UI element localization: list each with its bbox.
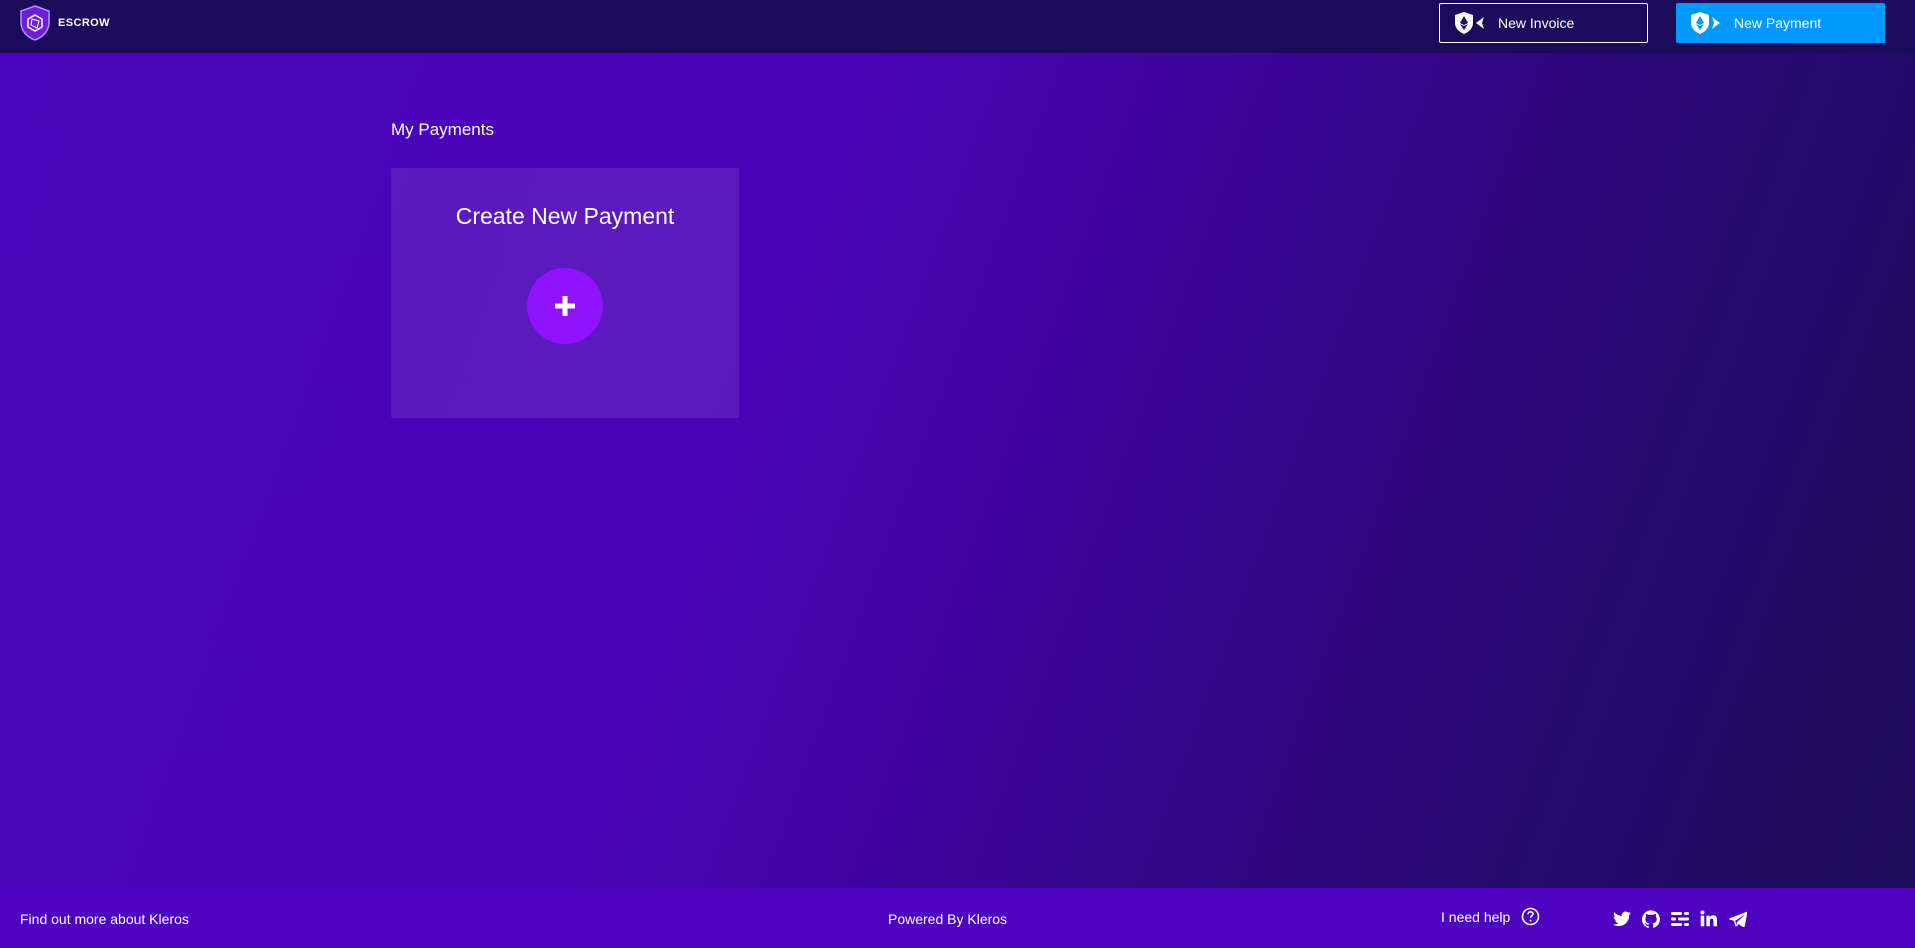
invoice-icon xyxy=(1455,12,1484,34)
create-payment-title: Create New Payment xyxy=(455,203,675,229)
github-icon[interactable] xyxy=(1641,909,1660,928)
social-links xyxy=(1612,909,1747,928)
new-invoice-button[interactable]: New Invoice xyxy=(1439,3,1648,43)
new-payment-button[interactable]: New Payment xyxy=(1676,3,1885,43)
help-button[interactable]: I need help xyxy=(1441,907,1540,926)
new-payment-label: New Payment xyxy=(1734,15,1822,31)
blog-icon[interactable] xyxy=(1670,909,1689,928)
kleros-info-link[interactable]: Find out more about Kleros xyxy=(20,911,189,927)
payment-icon xyxy=(1691,12,1720,34)
help-label: I need help xyxy=(1441,908,1511,925)
twitter-icon[interactable] xyxy=(1612,909,1631,928)
kleros-shield-icon xyxy=(20,5,50,41)
logo-text: ESCROW xyxy=(58,17,110,29)
plus-icon xyxy=(555,296,575,316)
telegram-icon[interactable] xyxy=(1728,909,1747,928)
create-payment-card[interactable]: Create New Payment xyxy=(391,168,739,418)
escrow-logo[interactable]: ESCROW xyxy=(18,4,110,42)
footer: Find out more about Kleros Powered By Kl… xyxy=(0,888,1915,948)
create-payment-button[interactable] xyxy=(527,268,603,344)
powered-by-link[interactable]: Powered By Kleros xyxy=(888,911,1007,927)
new-invoice-label: New Invoice xyxy=(1498,15,1575,31)
question-icon xyxy=(1521,907,1540,926)
top-header: ESCROW New Invoice New Payment xyxy=(0,0,1915,53)
page-title: My Payments xyxy=(391,120,494,139)
linkedin-icon[interactable] xyxy=(1699,909,1718,928)
